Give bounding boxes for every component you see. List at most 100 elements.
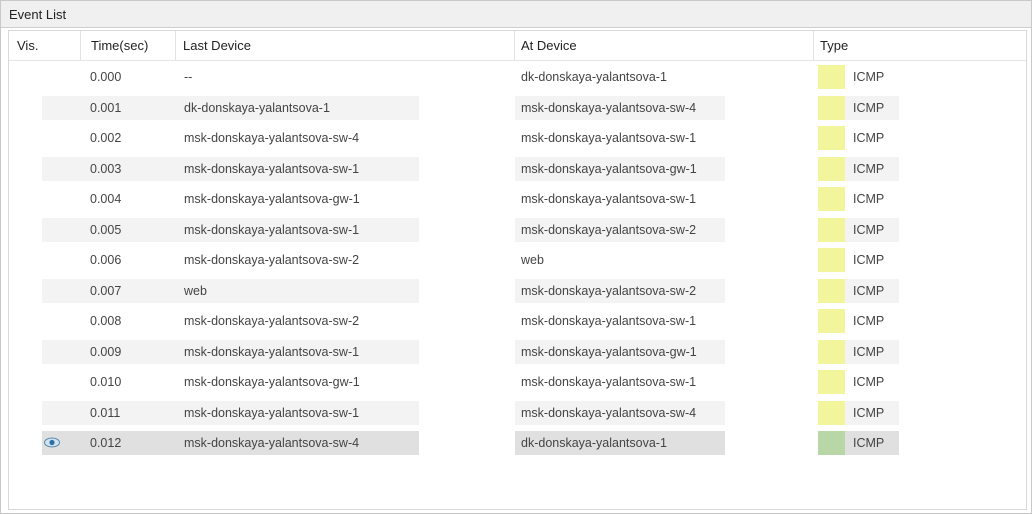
at-device-cell: dk-donskaya-yalantsova-1 xyxy=(515,431,725,455)
type-cell: ICMP xyxy=(853,131,885,145)
vis-cell[interactable] xyxy=(42,278,82,303)
at-device-cell: msk-donskaya-yalantsova-sw-4 xyxy=(515,400,725,425)
vis-cell[interactable] xyxy=(42,339,82,364)
time-cell: 0.004 xyxy=(90,192,122,206)
column-header-row: Vis. Time(sec) Last Device At Device Typ… xyxy=(9,31,1026,61)
type-color-swatch xyxy=(818,370,845,394)
last-device-cell: msk-donskaya-yalantsova-sw-2 xyxy=(184,314,360,328)
type-cell: ICMP xyxy=(845,95,899,120)
event-list[interactable]: Vis. Time(sec) Last Device At Device Typ… xyxy=(8,30,1027,510)
event-row[interactable]: 0.006 msk-donskaya-yalantsova-sw-2 web ICMP xyxy=(9,245,1026,275)
event-row[interactable]: 0.005 msk-donskaya-yalantsova-sw-1 msk-don… xyxy=(9,215,1026,245)
type-color-swatch xyxy=(818,400,845,425)
last-device-cell: msk-donskaya-yalantsova-sw-1 xyxy=(176,156,419,181)
last-device-cell: -- xyxy=(184,70,193,84)
time-cell: 0.008 xyxy=(90,314,122,328)
time-cell: 0.012 xyxy=(82,431,176,455)
at-device-cell: msk-donskaya-yalantsova-sw-2 xyxy=(515,217,725,242)
type-cell: ICMP xyxy=(853,314,885,328)
event-row[interactable]: 0.008 msk-donskaya-yalantsova-sw-2 msk-don… xyxy=(9,306,1026,336)
type-color-swatch xyxy=(818,95,845,120)
type-cell: ICMP xyxy=(845,156,899,181)
at-device-cell: msk-donskaya-yalantsova-sw-1 xyxy=(521,375,697,389)
type-cell: ICMP xyxy=(853,375,885,389)
type-color-swatch xyxy=(818,156,845,181)
time-cell: 0.011 xyxy=(82,400,176,425)
type-cell: ICMP xyxy=(845,339,899,364)
event-row[interactable]: 0.007 web msk-donskaya-yalantsova-sw-2 ICMP xyxy=(9,276,1026,306)
type-color-swatch xyxy=(818,65,845,89)
type-cell: ICMP xyxy=(853,192,885,206)
type-color-swatch xyxy=(818,339,845,364)
vis-cell[interactable] xyxy=(42,248,82,272)
time-cell: 0.006 xyxy=(90,253,122,267)
type-color-swatch xyxy=(818,309,845,333)
last-device-cell: msk-donskaya-yalantsova-sw-1 xyxy=(176,339,419,364)
at-device-cell: msk-donskaya-yalantsova-sw-2 xyxy=(515,278,725,303)
type-cell: ICMP xyxy=(853,70,885,84)
type-color-swatch xyxy=(818,248,845,272)
event-row[interactable]: 0.004 msk-donskaya-yalantsova-gw-1 msk-don… xyxy=(9,184,1026,214)
at-device-cell: msk-donskaya-yalantsova-sw-1 xyxy=(521,192,697,206)
event-row[interactable]: 0.003 msk-donskaya-yalantsova-sw-1 msk-don… xyxy=(9,154,1026,184)
time-cell: 0.009 xyxy=(82,339,176,364)
vis-cell[interactable] xyxy=(42,65,82,89)
type-cell: ICMP xyxy=(845,278,899,303)
last-device-cell: msk-donskaya-yalantsova-gw-1 xyxy=(184,375,360,389)
time-cell: 0.002 xyxy=(90,131,122,145)
last-device-cell: msk-donskaya-yalantsova-sw-1 xyxy=(176,217,419,242)
eye-icon[interactable] xyxy=(44,437,60,448)
type-color-swatch xyxy=(818,431,845,455)
event-row[interactable]: 0.012 msk-donskaya-yalantsova-sw-4 dk-dons… xyxy=(9,428,1026,458)
column-header-time[interactable]: Time(sec) xyxy=(81,31,176,60)
vis-cell[interactable] xyxy=(42,217,82,242)
type-cell: ICMP xyxy=(853,253,885,267)
column-header-at-device[interactable]: At Device xyxy=(515,31,814,60)
last-device-cell: dk-donskaya-yalantsova-1 xyxy=(176,95,419,120)
at-device-cell: msk-donskaya-yalantsova-gw-1 xyxy=(515,156,725,181)
time-cell: 0.007 xyxy=(82,278,176,303)
column-header-last-device[interactable]: Last Device xyxy=(176,31,515,60)
event-row[interactable]: 0.010 msk-donskaya-yalantsova-gw-1 msk-don… xyxy=(9,367,1026,397)
last-device-cell: web xyxy=(176,278,419,303)
panel-title: Event List xyxy=(1,1,1031,28)
type-color-swatch xyxy=(818,278,845,303)
column-header-vis[interactable]: Vis. xyxy=(9,31,81,60)
vis-cell[interactable] xyxy=(42,126,82,150)
event-row[interactable]: 0.002 msk-donskaya-yalantsova-sw-4 msk-don… xyxy=(9,123,1026,153)
at-device-cell: msk-donskaya-yalantsova-sw-4 xyxy=(515,95,725,120)
at-device-cell: msk-donskaya-yalantsova-gw-1 xyxy=(515,339,725,364)
time-cell: 0.003 xyxy=(82,156,176,181)
time-cell: 0.005 xyxy=(82,217,176,242)
event-row[interactable]: 0.000 -- dk-donskaya-yalantsova-1 ICMP xyxy=(9,62,1026,92)
type-cell: ICMP xyxy=(845,431,899,455)
last-device-cell: msk-donskaya-yalantsova-sw-4 xyxy=(176,431,419,455)
last-device-cell: msk-donskaya-yalantsova-sw-1 xyxy=(176,400,419,425)
time-cell: 0.010 xyxy=(90,375,122,389)
at-device-cell: msk-donskaya-yalantsova-sw-1 xyxy=(521,314,697,328)
event-row[interactable]: 0.001 dk-donskaya-yalantsova-1 msk-donskay… xyxy=(9,93,1026,123)
last-device-cell: msk-donskaya-yalantsova-gw-1 xyxy=(184,192,360,206)
event-row[interactable]: 0.009 msk-donskaya-yalantsova-sw-1 msk-don… xyxy=(9,337,1026,367)
type-color-swatch xyxy=(818,187,845,211)
time-cell: 0.001 xyxy=(82,95,176,120)
at-device-cell: msk-donskaya-yalantsova-sw-1 xyxy=(521,131,697,145)
type-color-swatch xyxy=(818,126,845,150)
vis-cell[interactable] xyxy=(42,95,82,120)
type-cell: ICMP xyxy=(845,400,899,425)
column-header-type[interactable]: Type xyxy=(814,31,1026,60)
type-color-swatch xyxy=(818,217,845,242)
last-device-cell: msk-donskaya-yalantsova-sw-4 xyxy=(184,131,360,145)
vis-cell[interactable] xyxy=(42,187,82,211)
vis-cell[interactable] xyxy=(42,370,82,394)
type-cell: ICMP xyxy=(845,217,899,242)
event-row[interactable]: 0.011 msk-donskaya-yalantsova-sw-1 msk-don… xyxy=(9,398,1026,428)
at-device-cell: web xyxy=(521,253,544,267)
event-list-panel: Event List Vis. Time(sec) Last Device At… xyxy=(0,0,1032,514)
vis-cell[interactable] xyxy=(42,309,82,333)
last-device-cell: msk-donskaya-yalantsova-sw-2 xyxy=(184,253,360,267)
vis-cell[interactable] xyxy=(42,400,82,425)
vis-cell[interactable] xyxy=(42,156,82,181)
time-cell: 0.000 xyxy=(90,70,122,84)
at-device-cell: dk-donskaya-yalantsova-1 xyxy=(521,70,667,84)
